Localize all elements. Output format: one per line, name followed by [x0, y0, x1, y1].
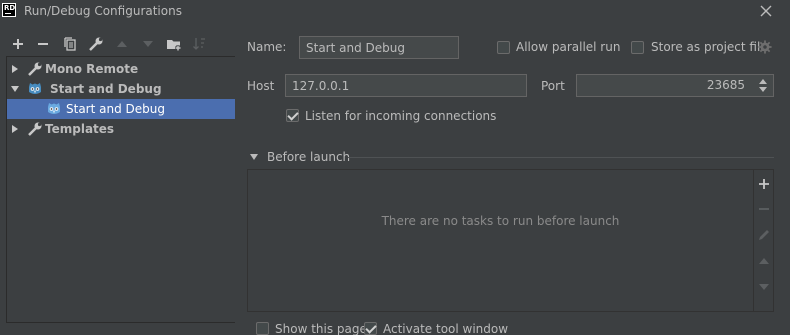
before-launch-list: There are no tasks to run before launch [248, 170, 753, 311]
chevron-down-icon[interactable] [249, 152, 259, 162]
store-project-label: Store as project file [651, 40, 768, 54]
host-input[interactable] [285, 74, 527, 97]
chevron-right-icon[interactable] [10, 64, 20, 74]
window-title: Run/Debug Configurations [24, 4, 182, 18]
logo-text: RD [4, 4, 16, 12]
move-up-icon[interactable] [756, 253, 772, 269]
edit-icon[interactable] [756, 227, 772, 243]
section-divider [348, 157, 774, 158]
before-launch-title[interactable]: Before launch [267, 150, 350, 164]
listen-label: Listen for incoming connections [305, 109, 497, 123]
godot-icon [29, 83, 41, 94]
tree-item-label: Templates [45, 122, 115, 136]
tree-item-label: Start and Debug [50, 82, 162, 96]
port-spinner[interactable]: 23685 [576, 74, 774, 97]
close-icon[interactable] [758, 3, 774, 19]
copy-icon[interactable] [62, 36, 78, 52]
tree-item-label: Start and Debug [66, 102, 165, 116]
listen-checkbox[interactable] [286, 109, 299, 122]
port-value: 23685 [706, 78, 745, 92]
add-icon[interactable] [756, 176, 772, 192]
wrench-icon[interactable] [88, 36, 104, 52]
remove-icon[interactable] [756, 201, 772, 217]
add-icon[interactable] [10, 36, 26, 52]
allow-parallel-label: Allow parallel run [516, 40, 621, 54]
new-folder-icon[interactable] [166, 36, 182, 52]
tree-item-templates[interactable]: Templates [7, 119, 235, 139]
tree-item-label: Mono Remote [45, 62, 139, 76]
chevron-down-icon[interactable] [10, 84, 20, 94]
move-down-icon[interactable] [756, 279, 772, 295]
sort-icon[interactable] [192, 36, 208, 52]
wrench-icon [28, 122, 42, 136]
activate-tool-label: Activate tool window [383, 322, 509, 335]
empty-tasks-text: There are no tasks to run before launch [381, 214, 620, 228]
allow-parallel-checkbox[interactable] [497, 41, 510, 54]
godot-icon [48, 103, 60, 114]
show-page-checkbox[interactable] [256, 322, 269, 335]
name-label: Name: [247, 40, 287, 54]
move-up-icon[interactable] [114, 36, 130, 52]
activate-tool-checkbox[interactable] [364, 322, 377, 335]
port-label: Port [541, 79, 565, 93]
chevron-right-icon[interactable] [10, 124, 20, 134]
tree-item-start-and-debug[interactable]: Start and Debug [7, 99, 235, 119]
show-page-label: Show this page [275, 322, 367, 335]
remove-icon[interactable] [35, 36, 51, 52]
move-down-icon[interactable] [140, 36, 156, 52]
tree-item-start-and-debug-group[interactable]: Start and Debug [7, 79, 235, 99]
rider-logo-icon: RD [2, 3, 16, 17]
spinner-arrows-icon[interactable] [755, 76, 771, 95]
tree-item-mono-remote[interactable]: Mono Remote [7, 59, 235, 79]
configuration-tree: Mono Remote Start and Debug Start and De… [6, 56, 235, 323]
store-project-checkbox[interactable] [631, 41, 644, 54]
gear-icon[interactable] [758, 40, 772, 54]
wrench-icon [28, 62, 42, 76]
host-label: Host [247, 79, 275, 93]
name-input[interactable] [299, 36, 459, 59]
